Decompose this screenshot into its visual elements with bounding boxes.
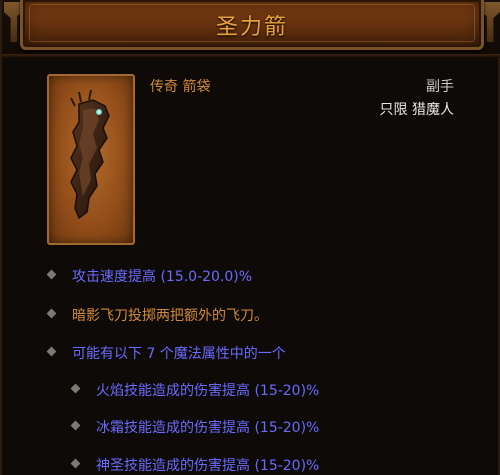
tooltip-header: 圣力箭: [2, 0, 500, 58]
affix-text: 可能有以下 7 个魔法属性中的一个: [72, 346, 286, 362]
sub-affix-text: 冰霜技能造成的伤害提高 (15-20)%: [96, 420, 320, 436]
item-type-label: 传奇 箭袋: [150, 79, 211, 95]
sub-affix-text: 火焰技能造成的伤害提高 (15-20)%: [96, 383, 320, 399]
header-divider: [2, 54, 500, 58]
item-tooltip: 圣力箭 传奇 箭袋 副手 只限 猎魔人 攻击速度提高 (15.0-20.0)%: [0, 0, 500, 475]
legendary-affix-text: 暗影飞刀投掷两把额外的飞刀。: [72, 308, 268, 324]
diamond-bullet-icon: [46, 346, 57, 357]
diamond-bullet-icon: [70, 383, 81, 394]
affix-text: 攻击速度提高 (15.0-20.0)%: [72, 269, 253, 285]
class-requirement-label: 只限 猎魔人: [379, 102, 454, 118]
quiver-icon: [70, 89, 110, 220]
sub-affix-text: 神圣技能造成的伤害提高 (15-20)%: [96, 458, 320, 474]
item-slot-label: 副手: [426, 79, 454, 95]
diamond-bullet-icon: [46, 308, 57, 319]
diamond-bullet-icon: [70, 458, 81, 469]
item-icon-frame: [47, 74, 135, 245]
diamond-bullet-icon: [46, 269, 57, 280]
diamond-bullet-icon: [70, 420, 81, 431]
item-title: 圣力箭: [215, 15, 288, 40]
